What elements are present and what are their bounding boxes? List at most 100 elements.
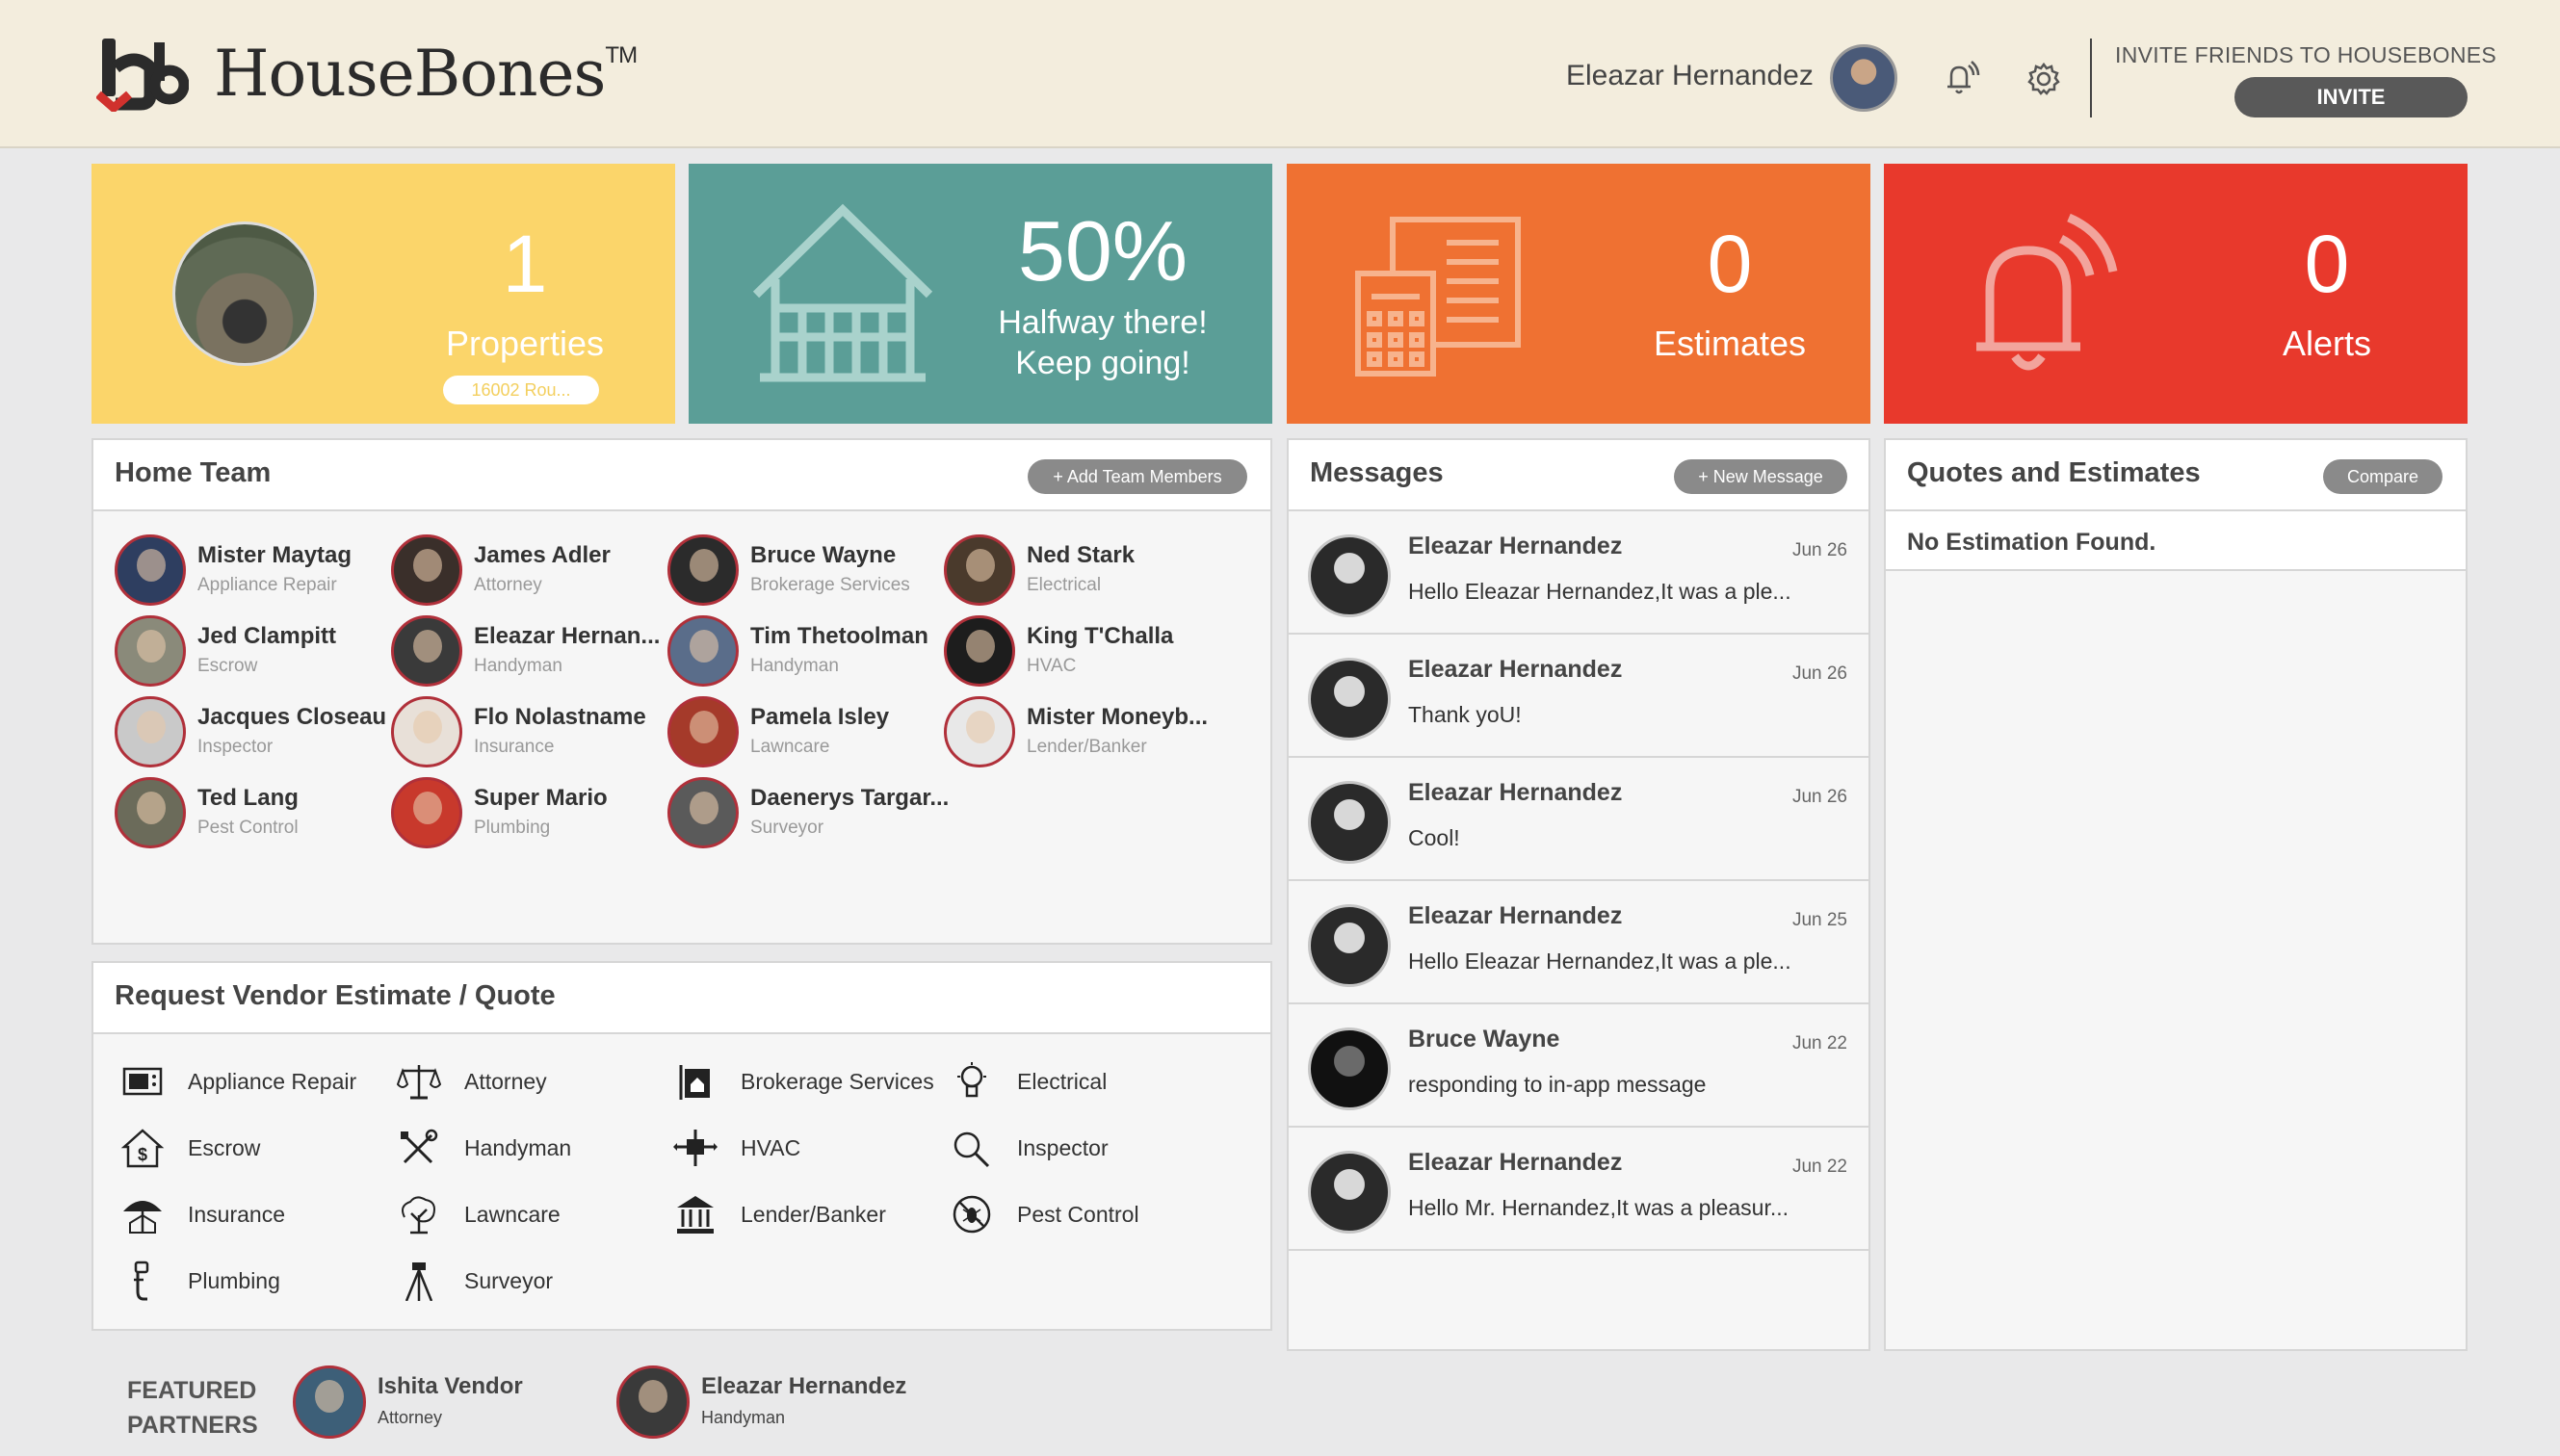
scales-icon [397, 1065, 441, 1100]
vendor-category[interactable]: $ Escrow [120, 1124, 390, 1172]
message-sender: Eleazar Hernandez [1408, 656, 1623, 683]
vendor-category-label: Lender/Banker [741, 1202, 886, 1227]
vendor-category[interactable]: Surveyor [397, 1257, 666, 1305]
vendor-category[interactable]: Attorney [397, 1057, 666, 1105]
message-item[interactable]: Eleazar Hernandez Jun 25 Hello Eleazar Her… [1289, 881, 1868, 1004]
user-name[interactable]: Eleazar Hernandez [1566, 60, 1814, 92]
home-team-header: Home Team + Add Team Members [93, 440, 1270, 511]
quotes-header: Quotes and Estimates Compare [1886, 440, 2466, 511]
team-member[interactable]: Super Mario Plumbing [391, 777, 670, 854]
vendor-category-label: Lawncare [464, 1202, 561, 1227]
vendor-category[interactable]: Handyman [397, 1124, 666, 1172]
team-member-role: Attorney [474, 575, 542, 595]
new-message-button[interactable]: + New Message [1674, 459, 1847, 494]
vendor-category[interactable]: HVAC [673, 1124, 943, 1172]
team-member[interactable]: Flo Nolastname Insurance [391, 696, 670, 773]
team-member[interactable]: King T'Challa HVAC [944, 615, 1223, 692]
settings-gear-icon[interactable] [2026, 62, 2061, 101]
team-member[interactable]: Ted Lang Pest Control [115, 777, 394, 854]
team-member[interactable]: Jed Clampitt Escrow [115, 615, 394, 692]
magnifier-icon [953, 1131, 990, 1168]
notification-bell-icon[interactable] [1942, 60, 1980, 103]
avatar [1308, 904, 1391, 987]
brokerage-icon [679, 1065, 710, 1100]
avatar [115, 777, 186, 848]
team-member[interactable]: Bruce Wayne Brokerage Services [667, 534, 947, 611]
team-member-name: King T'Challa [1027, 623, 1174, 649]
alerts-tile[interactable]: 0 Alerts [1884, 164, 2468, 424]
message-preview: responding to in-app message [1408, 1072, 1707, 1097]
team-member-name: Mister Moneyb... [1027, 704, 1209, 730]
vendor-category[interactable]: Lender/Banker [673, 1190, 943, 1238]
vendor-category-label: Handyman [464, 1135, 572, 1160]
lightbulb-icon [957, 1062, 986, 1098]
message-item[interactable]: Eleazar Hernandez Jun 26 Thank yoU! [1289, 635, 1868, 758]
add-team-members-button[interactable]: + Add Team Members [1028, 459, 1247, 494]
message-preview: Cool! [1408, 825, 1460, 850]
compare-button[interactable]: Compare [2323, 459, 2442, 494]
team-member[interactable]: Mister Maytag Appliance Repair [115, 534, 394, 611]
vendor-category[interactable]: Lawncare [397, 1190, 666, 1238]
user-avatar[interactable] [1830, 44, 1897, 112]
properties-count: 1 [502, 219, 548, 309]
message-sender: Eleazar Hernandez [1408, 1149, 1623, 1176]
vendor-estimate-panel: Request Vendor Estimate / Quote Applianc… [91, 961, 1272, 1331]
vendor-category[interactable]: Electrical [950, 1057, 1219, 1105]
partner-role: Handyman [701, 1408, 786, 1427]
avatar [667, 615, 739, 687]
featured-partner[interactable]: Eleazar Hernandez Handyman [616, 1365, 925, 1443]
team-member-role: Surveyor [750, 818, 824, 838]
team-member[interactable]: Eleazar Hernan... Handyman [391, 615, 670, 692]
team-member-name: Daenerys Targar... [750, 785, 950, 811]
team-member[interactable]: Jacques Closeau Inspector [115, 696, 394, 773]
team-member[interactable]: Daenerys Targar... Surveyor [667, 777, 950, 854]
progress-tile[interactable]: 50% Halfway there! Keep going! [689, 164, 1272, 424]
vendor-category-label: Insurance [188, 1202, 286, 1227]
team-member-role: Plumbing [474, 818, 551, 838]
documents-icon [1354, 214, 1528, 382]
team-member-role: Escrow [197, 656, 258, 676]
message-item[interactable]: Eleazar Hernandez Jun 22 Hello Mr. Hernand… [1289, 1128, 1868, 1251]
avatar [667, 534, 739, 606]
vendor-category[interactable]: Appliance Repair [120, 1057, 390, 1105]
message-item[interactable]: Eleazar Hernandez Jun 26 Hello Eleazar Her… [1289, 511, 1868, 635]
vendor-category-label: Brokerage Services [741, 1069, 934, 1094]
invite-button[interactable]: INVITE [2234, 77, 2468, 117]
avatar [1308, 1151, 1391, 1234]
vendor-category[interactable]: Inspector [950, 1124, 1219, 1172]
team-member-role: Lender/Banker [1027, 737, 1147, 757]
featured-partner[interactable]: Ishita Vendor Attorney [293, 1365, 601, 1443]
team-member[interactable]: Tim Thetoolman Handyman [667, 615, 947, 692]
vendor-category-label: Electrical [1017, 1069, 1108, 1094]
dollar-house-icon: $ [120, 1129, 165, 1168]
avatar [293, 1365, 366, 1439]
vendor-category[interactable]: Brokerage Services [673, 1057, 943, 1105]
team-member-role: Inspector [197, 737, 274, 757]
avatar [1308, 534, 1391, 617]
estimates-tile[interactable]: 0 Estimates [1287, 164, 1870, 424]
message-item[interactable]: Eleazar Hernandez Jun 26 Cool! [1289, 758, 1868, 881]
team-member[interactable]: Ned Stark Electrical [944, 534, 1223, 611]
team-member-name: Eleazar Hernan... [474, 623, 661, 649]
message-date: Jun 26 [1791, 540, 1847, 560]
vendor-category-label: Escrow [188, 1135, 261, 1160]
team-member[interactable]: Pamela Isley Lawncare [667, 696, 947, 773]
housebones-logo[interactable]: HouseBonesTM [95, 35, 638, 114]
featured-partners-label: FEATURED PARTNERS [127, 1377, 258, 1439]
vendor-category[interactable]: Plumbing [120, 1257, 390, 1305]
alert-bell-icon [1961, 212, 2125, 380]
property-address-pill[interactable]: 16002 Rou... [443, 376, 599, 404]
team-member-role: Handyman [750, 656, 839, 676]
vendor-category[interactable]: Insurance [120, 1190, 390, 1238]
message-sender: Eleazar Hernandez [1408, 779, 1623, 806]
message-item[interactable]: Bruce Wayne Jun 22 responding to in-app me… [1289, 1004, 1868, 1128]
team-member-role: Electrical [1027, 575, 1102, 595]
avatar [115, 696, 186, 767]
alerts-label: Alerts [2282, 324, 2372, 363]
team-member[interactable]: Mister Moneyb... Lender/Banker [944, 696, 1223, 773]
pipe-icon [134, 1261, 149, 1301]
team-member[interactable]: James Adler Attorney [391, 534, 670, 611]
properties-tile[interactable]: 1 Properties 16002 Rou... [91, 164, 675, 424]
vendor-category-label: Surveyor [464, 1268, 554, 1293]
vendor-category[interactable]: Pest Control [950, 1190, 1219, 1238]
